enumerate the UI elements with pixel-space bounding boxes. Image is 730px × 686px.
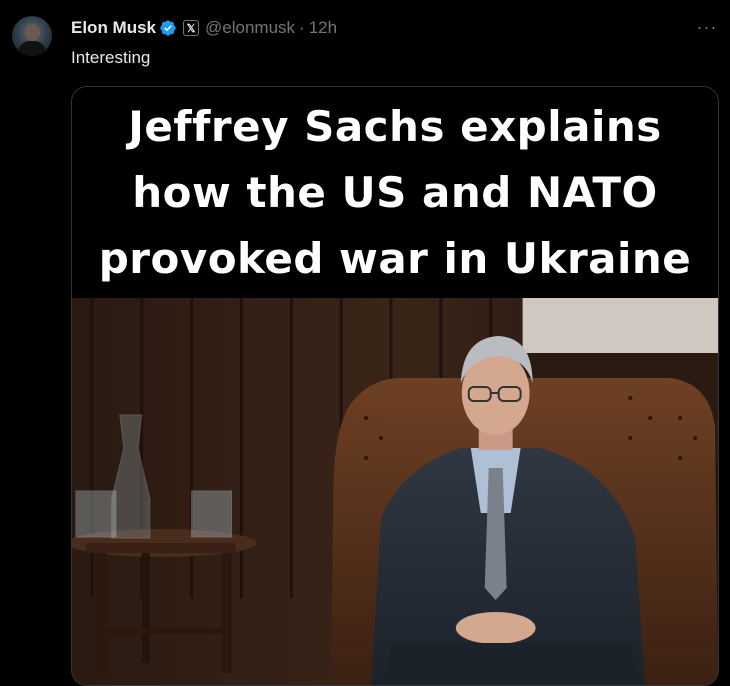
author-avatar[interactable] (12, 16, 52, 56)
avatar-body (18, 41, 46, 56)
separator-dot: · (299, 18, 305, 37)
avatar-head (25, 24, 40, 41)
video-still-image (72, 298, 718, 685)
banner-line-2: how the US and NATO (132, 167, 658, 217)
author-name[interactable]: Elon Musk (71, 18, 156, 38)
banner-line-3: provoked war in Ukraine (98, 233, 692, 283)
more-options-icon[interactable]: ··· (694, 14, 720, 40)
banner-text: Jeffrey Sachs explains how the US and NA… (99, 94, 692, 292)
tweet-media[interactable]: Jeffrey Sachs explains how the US and NA… (71, 86, 719, 686)
verified-badge-icon (160, 20, 176, 36)
media-banner: Jeffrey Sachs explains how the US and NA… (72, 87, 718, 298)
author-handle[interactable]: @elonmusk (205, 18, 295, 38)
tweet-text: Interesting (71, 48, 151, 67)
x-affiliation-badge-icon[interactable]: 𝕏 (183, 20, 200, 36)
tweet-timestamp[interactable]: 12h (309, 18, 337, 38)
tweet-header: Elon Musk 𝕏 @elonmusk · 12h (71, 17, 337, 39)
banner-line-1: Jeffrey Sachs explains (128, 101, 662, 151)
